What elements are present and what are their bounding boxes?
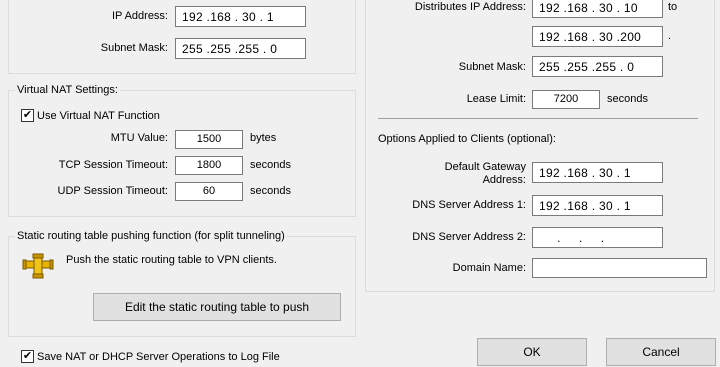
subnet-mask-label: Subnet Mask:: [100, 42, 168, 54]
ok-button[interactable]: OK: [477, 338, 587, 366]
udp-timeout-unit: seconds: [250, 185, 291, 197]
options-title: Options Applied to Clients (optional):: [378, 133, 556, 145]
static-routing-title: Static routing table pushing function (f…: [15, 230, 287, 242]
tcp-timeout-field[interactable]: 1800: [175, 156, 243, 175]
edit-static-routing-button[interactable]: Edit the static routing table to push: [93, 293, 341, 321]
default-gateway-label-line1: Default Gateway: [444, 161, 526, 173]
use-virtual-nat-checkbox[interactable]: ✔: [21, 109, 34, 122]
lease-limit-field[interactable]: 7200: [532, 90, 600, 109]
default-gateway-label-line2: Address:: [482, 174, 526, 186]
dns2-label: DNS Server Address 2:: [412, 231, 526, 243]
distributes-end-field[interactable]: 192 .168 . 30 .200: [532, 26, 663, 47]
dhcp-subnet-mask-field[interactable]: 255 .255 .255 . 0: [532, 56, 663, 77]
distributes-label: Distributes IP Address:: [414, 1, 526, 13]
pipe-icon: [22, 252, 54, 280]
virtual-nat-title: Virtual NAT Settings:: [15, 84, 120, 96]
udp-timeout-field[interactable]: 60: [175, 182, 243, 201]
distributes-start-field[interactable]: 192 .168 . 30 . 10: [532, 0, 663, 18]
save-log-label[interactable]: Save NAT or DHCP Server Operations to Lo…: [37, 351, 280, 363]
ip-address-label: IP Address:: [111, 10, 168, 22]
default-gateway-field[interactable]: 192 .168 . 30 . 1: [532, 162, 663, 183]
static-routing-group: [8, 236, 356, 337]
domain-name-label: Domain Name:: [452, 262, 526, 274]
cancel-button[interactable]: Cancel: [606, 338, 716, 366]
mtu-field[interactable]: 1500: [175, 130, 243, 149]
ip-address-field[interactable]: 192 .168 . 30 . 1: [175, 6, 306, 27]
udp-timeout-label: UDP Session Timeout:: [57, 185, 168, 197]
mtu-label: MTU Value:: [110, 132, 168, 144]
use-virtual-nat-label[interactable]: Use Virtual NAT Function: [37, 110, 160, 122]
tcp-timeout-label: TCP Session Timeout:: [58, 159, 168, 171]
mtu-unit: bytes: [250, 132, 277, 144]
dns2-field[interactable]: . . .: [532, 227, 663, 248]
static-routing-description: Push the static routing table to VPN cli…: [66, 254, 277, 266]
lease-limit-label: Lease Limit:: [466, 93, 526, 105]
tcp-timeout-unit: seconds: [250, 159, 291, 171]
dns1-field[interactable]: 192 .168 . 30 . 1: [532, 195, 663, 216]
subnet-mask-field[interactable]: 255 .255 .255 . 0: [175, 38, 306, 59]
distributes-end-suffix: .: [668, 30, 672, 42]
lease-limit-unit: seconds: [607, 93, 648, 105]
dhcp-subnet-mask-label: Subnet Mask:: [458, 61, 526, 73]
distributes-to-label: to: [668, 1, 678, 13]
save-log-checkbox[interactable]: ✔: [21, 350, 34, 363]
dns1-label: DNS Server Address 1:: [412, 199, 526, 211]
domain-name-field[interactable]: [532, 258, 707, 278]
options-separator: [378, 118, 698, 119]
